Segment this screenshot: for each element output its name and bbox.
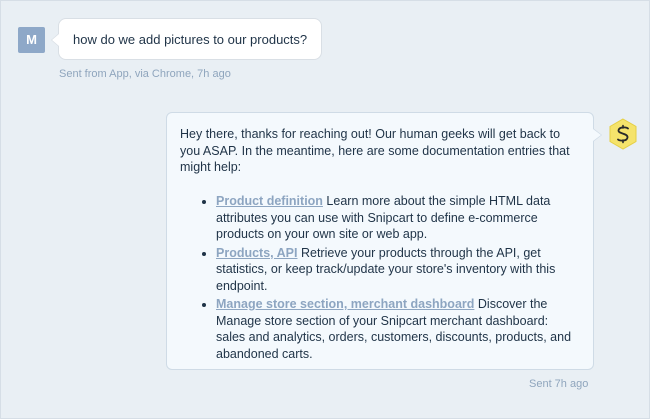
operator-message-meta: Sent 7h ago bbox=[529, 378, 589, 390]
user-message-text: how do we add pictures to our products? bbox=[73, 32, 308, 47]
list-item: Product definition Learn more about the … bbox=[216, 193, 580, 243]
doc-link-products-api[interactable]: Products, API bbox=[216, 246, 298, 260]
snipcart-logo-icon bbox=[609, 118, 637, 150]
doc-link-product-definition[interactable]: Product definition bbox=[216, 194, 323, 208]
operator-message-intro: Hey there, thanks for reaching out! Our … bbox=[180, 127, 570, 174]
user-avatar-initial: M bbox=[26, 32, 37, 47]
doc-link-manage-store[interactable]: Manage store section, merchant dashboard bbox=[216, 297, 474, 311]
user-message-meta: Sent from App, via Chrome, 7h ago bbox=[59, 68, 231, 80]
list-item: Manage store section, merchant dashboard… bbox=[216, 296, 580, 362]
operator-message-bubble: Hey there, thanks for reaching out! Our … bbox=[166, 112, 602, 370]
documentation-list: Product definition Learn more about the … bbox=[180, 193, 580, 364]
list-item: Products, API Retrieve your products thr… bbox=[216, 245, 580, 295]
user-message-bubble: how do we add pictures to our products? bbox=[51, 18, 322, 60]
conversation-panel: M how do we add pictures to our products… bbox=[0, 0, 650, 419]
user-avatar: M bbox=[18, 27, 45, 53]
